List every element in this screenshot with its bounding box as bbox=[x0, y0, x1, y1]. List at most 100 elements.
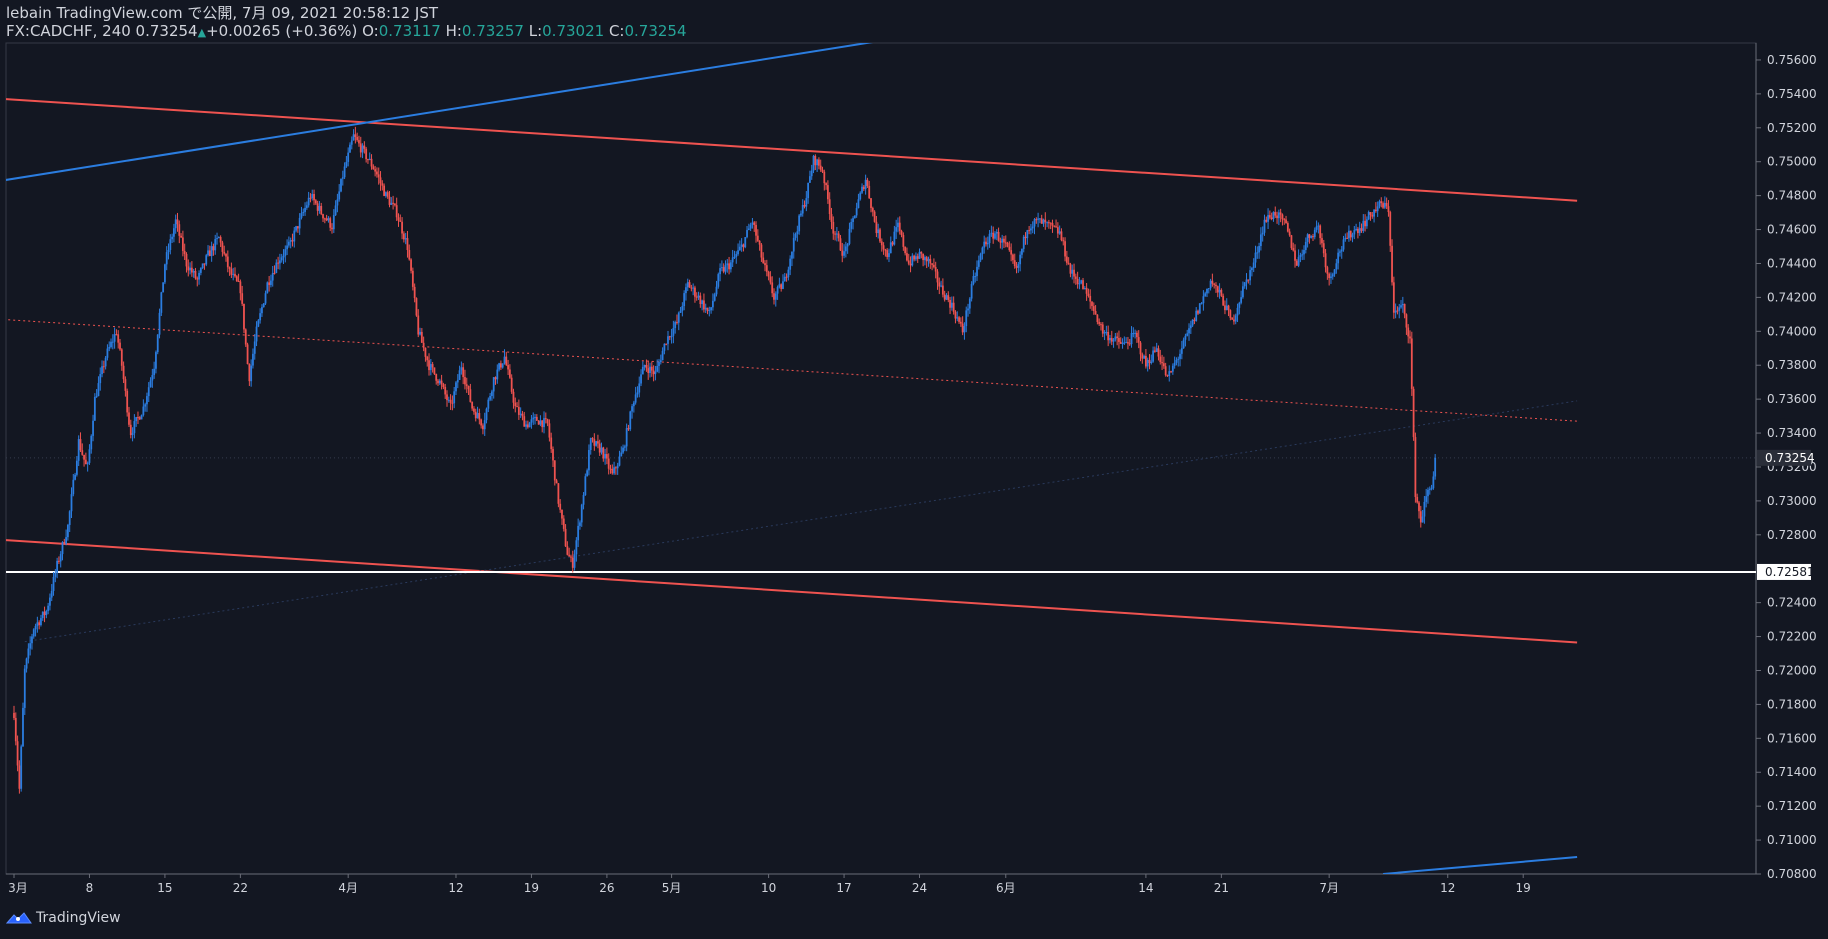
candle-body-down bbox=[898, 222, 901, 231]
trendline-lower-blue bbox=[1382, 856, 1578, 874]
candle-body-down bbox=[1274, 212, 1277, 216]
price-tick-label: 0.73800 bbox=[1767, 358, 1817, 372]
candle-body-up bbox=[1272, 212, 1275, 219]
candle-body-down bbox=[559, 503, 562, 510]
branding-footer[interactable]: TradingView bbox=[6, 910, 121, 926]
candle-body-up bbox=[1033, 219, 1036, 227]
candle-body-up bbox=[543, 418, 545, 428]
candle-body-up bbox=[86, 462, 89, 465]
candle-body-down bbox=[568, 554, 571, 557]
candle-body-down bbox=[1321, 238, 1323, 244]
candle-body-up bbox=[111, 341, 114, 343]
candle-body-up bbox=[156, 334, 159, 353]
candle-body-up bbox=[658, 362, 660, 367]
candle-body-down bbox=[464, 377, 466, 385]
candle-body-down bbox=[546, 419, 549, 424]
candle-body-down bbox=[1410, 338, 1413, 389]
candle-body-down bbox=[406, 238, 409, 251]
candle-body-up bbox=[40, 618, 42, 626]
candle-body-down bbox=[1405, 314, 1408, 328]
plot-border bbox=[5, 42, 1757, 875]
candle-body-up bbox=[746, 230, 748, 238]
candle-body-down bbox=[473, 408, 475, 412]
candle-body-up bbox=[623, 446, 626, 448]
candle-body-down bbox=[388, 196, 391, 205]
candle-body-up bbox=[1355, 228, 1358, 231]
candle-body-up bbox=[1186, 333, 1189, 336]
candle-body-up bbox=[1297, 256, 1300, 266]
candle-body-down bbox=[1047, 222, 1050, 224]
candle-body-down bbox=[137, 417, 139, 419]
candle-body-down bbox=[1040, 218, 1043, 224]
candle-body-up bbox=[654, 371, 657, 375]
candle-body-up bbox=[1038, 218, 1041, 220]
candle-body-down bbox=[18, 765, 21, 789]
candle-body-down bbox=[1391, 245, 1393, 283]
candle-body-down bbox=[882, 245, 885, 250]
candle-body-down bbox=[273, 272, 276, 274]
candle-body-up bbox=[1261, 232, 1264, 235]
price-tick-label: 0.72400 bbox=[1767, 596, 1817, 610]
candle-body-up bbox=[981, 247, 984, 254]
price-label-last-price: 0.73254 bbox=[1765, 451, 1815, 465]
price-tick-label: 0.75600 bbox=[1767, 53, 1817, 67]
candle-body-down bbox=[841, 250, 844, 256]
candle-body-down bbox=[1062, 240, 1065, 242]
candle-body-up bbox=[1249, 270, 1252, 281]
candle-body-up bbox=[67, 524, 69, 538]
candle-body-up bbox=[318, 205, 321, 211]
price-chart[interactable]: 0.75600 0.75400 0.75200 0.75000 0.74800 0.746… bbox=[0, 0, 1828, 939]
candle-body-up bbox=[23, 668, 26, 708]
candle-body-down bbox=[181, 237, 184, 251]
candle-body-down bbox=[1414, 437, 1417, 497]
tradingview-logo-icon bbox=[6, 912, 32, 924]
candle-body-down bbox=[902, 234, 905, 247]
candle-body-down bbox=[571, 557, 574, 568]
candle-body-down bbox=[63, 541, 66, 544]
candle-body-up bbox=[49, 597, 51, 606]
candle-body-up bbox=[255, 326, 258, 342]
candle-body-up bbox=[976, 266, 978, 277]
candle-body-down bbox=[291, 240, 294, 242]
candle-body-up bbox=[349, 144, 351, 153]
candle-body-up bbox=[857, 199, 860, 209]
candle-body-up bbox=[489, 396, 492, 400]
candle-body-down bbox=[1145, 355, 1147, 367]
candle-body-down bbox=[374, 169, 377, 172]
price-tick-label: 0.71400 bbox=[1767, 765, 1817, 779]
candle-body-down bbox=[821, 169, 824, 172]
candle-body-down bbox=[313, 194, 315, 201]
candle-body-down bbox=[322, 214, 324, 219]
candle-body-up bbox=[1177, 358, 1180, 360]
candle-body-up bbox=[300, 213, 303, 218]
candle-body-up bbox=[1130, 333, 1133, 345]
candle-body-up bbox=[528, 422, 531, 428]
time-tick-label: 4月 bbox=[338, 881, 358, 895]
candle-body-up bbox=[492, 377, 495, 392]
candle-body-up bbox=[496, 369, 499, 380]
candle-body-down bbox=[444, 386, 447, 395]
candle-body-down bbox=[1101, 324, 1104, 334]
candle-body-up bbox=[1189, 325, 1192, 329]
candle-body-down bbox=[268, 282, 271, 285]
candle-body-up bbox=[1259, 234, 1262, 247]
candle-body-up bbox=[715, 286, 718, 295]
candle-body-up bbox=[588, 450, 590, 471]
candle-body-up bbox=[140, 415, 143, 420]
candle-body-up bbox=[641, 366, 644, 375]
candle-body-up bbox=[286, 245, 288, 250]
candle-body-down bbox=[769, 276, 772, 283]
candle-body-down bbox=[1312, 236, 1314, 238]
candle-body-up bbox=[1365, 219, 1368, 227]
candle-body-down bbox=[1328, 273, 1331, 279]
candle-body-up bbox=[710, 307, 713, 311]
time-tick-label: 19 bbox=[1516, 881, 1531, 895]
candle-body-up bbox=[52, 576, 55, 591]
candle-body-down bbox=[1265, 219, 1268, 222]
candle-body-up bbox=[171, 236, 174, 240]
candle-body-down bbox=[1349, 230, 1352, 238]
candle-body-down bbox=[1127, 342, 1129, 344]
candle-body-up bbox=[160, 292, 163, 313]
candle-body-down bbox=[243, 303, 245, 330]
candle-body-down bbox=[102, 366, 105, 368]
